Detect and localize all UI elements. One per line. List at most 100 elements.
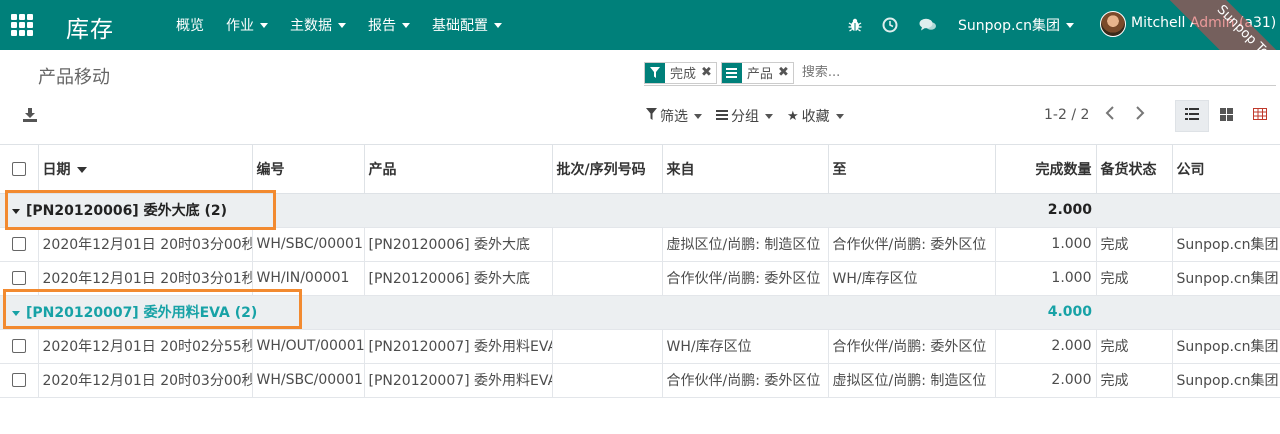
chevron-down-icon — [765, 113, 773, 119]
chevron-left-icon[interactable] — [1104, 104, 1116, 125]
group-cell-empty — [1096, 295, 1172, 330]
table-grid-icon — [1253, 108, 1267, 124]
menu-configuration[interactable]: 基础配置 — [421, 15, 513, 35]
menu-label: 作业 — [226, 18, 254, 34]
cell-reference: WH/SBC/00001 — [252, 227, 365, 262]
column-header-company[interactable]: 公司 — [1172, 145, 1280, 194]
group-label: [PN20120006] 委外大底 (2) — [26, 203, 227, 219]
pivot-view-button[interactable] — [1243, 100, 1277, 132]
group-row[interactable]: [PN20120006] 委外大底 (2) 2.000 — [0, 193, 1280, 228]
menu-label: 主数据 — [290, 18, 332, 34]
cell-state: 完成 — [1096, 227, 1173, 262]
cell-state: 完成 — [1096, 329, 1173, 364]
control-panel: 产品移动 完成 ✖ 产品 ✖ 筛选 分组 — [0, 50, 1280, 145]
chevron-down-icon — [402, 22, 410, 28]
search-bar: 完成 ✖ 产品 ✖ — [644, 60, 1276, 86]
menu-master-data[interactable]: 主数据 — [279, 15, 357, 35]
chevron-down-icon — [338, 22, 346, 28]
group-by-icon — [721, 62, 742, 83]
table-row[interactable]: 2020年12月01日 20时03分00秒 WH/SBC/00001 [PN20… — [0, 363, 1280, 398]
top-navbar: 库存 概览 作业 主数据 报告 基础配置 Sunpop.cn集团 Mitchel… — [0, 0, 1280, 50]
close-icon[interactable]: ✖ — [699, 63, 716, 83]
filter-icon — [645, 62, 665, 83]
kanban-view-button[interactable] — [1209, 100, 1243, 132]
column-header-from[interactable]: 来自 — [662, 145, 829, 194]
cell-from: 合作伙伴/尚鹏: 委外区位 — [662, 261, 829, 296]
activity-clock-icon[interactable] — [882, 0, 898, 50]
star-icon: ★ — [787, 108, 799, 124]
menu-reporting[interactable]: 报告 — [357, 15, 421, 35]
search-input[interactable] — [801, 65, 1102, 80]
list-table: 日期 编号 产品 批次/序列号码 来自 至 完成数量 备货状态 公司 [PN20… — [0, 145, 1280, 398]
column-header-reference[interactable]: 编号 — [252, 145, 365, 194]
cell-qty: 2.000 — [995, 329, 1097, 364]
table-row[interactable]: 2020年12月01日 20时03分00秒 WH/SBC/00001 [PN20… — [0, 227, 1280, 262]
filters-label: 筛选 — [660, 109, 688, 125]
cell-qty: 2.000 — [995, 363, 1097, 398]
search-options: 筛选 分组 ★ 收藏 — [646, 106, 858, 126]
group-cell-empty — [1172, 193, 1280, 228]
chat-bubbles-icon[interactable] — [919, 0, 937, 50]
filter-icon — [646, 108, 657, 124]
app-title: 库存 — [66, 17, 114, 43]
row-checkbox[interactable] — [11, 271, 26, 285]
user-menu[interactable]: Mitchell Admin (a31) — [1131, 15, 1276, 31]
column-header-to[interactable]: 至 — [828, 145, 996, 194]
cell-company: Sunpop.cn集团 — [1172, 227, 1280, 262]
select-all-checkbox[interactable] — [11, 161, 26, 176]
filters-dropdown[interactable]: 筛选 — [646, 106, 702, 126]
column-header-state[interactable]: 备货状态 — [1096, 145, 1173, 194]
row-checkbox-cell — [0, 363, 39, 398]
menu-label: 概览 — [176, 18, 204, 34]
close-icon[interactable]: ✖ — [776, 63, 793, 83]
column-header-qty-done[interactable]: 完成数量 — [995, 145, 1097, 194]
group-header[interactable]: [PN20120006] 委外大底 (2) — [0, 193, 995, 228]
favorites-dropdown[interactable]: ★ 收藏 — [787, 106, 844, 126]
debug-bug-icon[interactable] — [847, 0, 863, 50]
column-header-lot[interactable]: 批次/序列号码 — [552, 145, 663, 194]
groupby-dropdown[interactable]: 分组 — [716, 106, 773, 126]
group-header[interactable]: [PN20120007] 委外用料EVA (2) — [0, 295, 995, 330]
cell-lot — [552, 261, 663, 296]
cell-date: 2020年12月01日 20时03分01秒 — [38, 261, 253, 296]
cell-lot — [552, 363, 663, 398]
group-row[interactable]: [PN20120007] 委外用料EVA (2) 4.000 — [0, 295, 1280, 330]
row-checkbox[interactable] — [11, 237, 26, 251]
stock-move-list: 日期 编号 产品 批次/序列号码 来自 至 完成数量 备货状态 公司 [PN20… — [0, 145, 1280, 434]
caret-down-icon — [12, 208, 20, 214]
chevron-right-icon[interactable] — [1134, 104, 1146, 125]
download-icon[interactable] — [22, 107, 38, 123]
search-facet-product[interactable]: 产品 ✖ — [720, 61, 794, 84]
row-checkbox[interactable] — [11, 373, 26, 387]
app-grid-icon[interactable] — [11, 14, 33, 36]
cell-state: 完成 — [1096, 363, 1173, 398]
table-row[interactable]: 2020年12月01日 20时02分55秒 WH/OUT/00001 [PN20… — [0, 329, 1280, 364]
facet-label: 完成 — [670, 67, 697, 82]
row-checkbox[interactable] — [11, 339, 26, 353]
group-by-icon — [716, 109, 728, 124]
menu-operations[interactable]: 作业 — [215, 15, 279, 35]
facet-label: 产品 — [746, 67, 773, 82]
chevron-down-icon — [694, 113, 702, 119]
group-total: 4.000 — [995, 295, 1096, 330]
column-header-date[interactable]: 日期 — [38, 145, 253, 194]
cell-lot — [552, 329, 663, 364]
main-menu: 概览 作业 主数据 报告 基础配置 — [165, 0, 513, 50]
cell-from: WH/库存区位 — [662, 329, 829, 364]
search-facet-done[interactable]: 完成 ✖ — [644, 61, 717, 84]
column-header-label: 日期 — [42, 161, 71, 178]
table-row[interactable]: 2020年12月01日 20时03分01秒 WH/IN/00001 [PN201… — [0, 261, 1280, 296]
column-header-product[interactable]: 产品 — [364, 145, 553, 194]
menu-overview[interactable]: 概览 — [165, 15, 215, 35]
list-view-icon — [1185, 108, 1199, 124]
group-total: 2.000 — [995, 193, 1096, 228]
list-view-button[interactable] — [1175, 100, 1209, 132]
pager-value[interactable]: 1-2 / 2 — [1044, 107, 1089, 123]
group-cell-empty — [1172, 295, 1280, 330]
caret-down-icon — [12, 310, 20, 316]
avatar[interactable] — [1100, 11, 1126, 37]
sort-desc-icon — [76, 166, 87, 173]
cell-reference: WH/IN/00001 — [252, 261, 365, 296]
company-switcher[interactable]: Sunpop.cn集团 — [958, 15, 1074, 35]
table-header-row: 日期 编号 产品 批次/序列号码 来自 至 完成数量 备货状态 公司 — [0, 145, 1280, 194]
